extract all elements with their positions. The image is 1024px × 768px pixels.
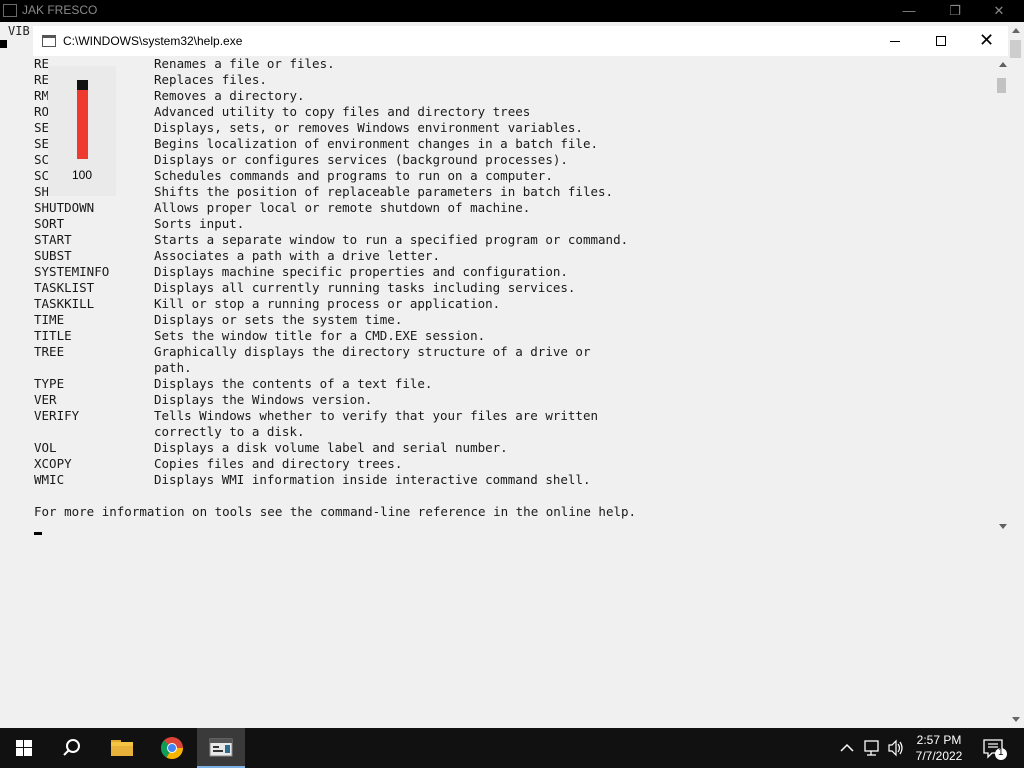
background-scrollbar[interactable] [1008, 22, 1024, 728]
background-scroll-up-arrow-icon[interactable] [1012, 28, 1020, 33]
console-titlebar[interactable]: C:\WINDOWS\system32\help.exe ✕ [33, 26, 1008, 56]
chrome-icon [161, 737, 183, 759]
gauge-value-label: 100 [71, 168, 93, 182]
taskbar: 2:57 PM 7/7/2022 1 [0, 728, 1024, 768]
background-minimize-button[interactable]: — [886, 0, 932, 22]
background-window-icon [3, 4, 17, 17]
chevron-up-icon [840, 743, 854, 752]
gauge-cap [77, 80, 88, 90]
help-footer: For more information on tools see the co… [34, 504, 637, 519]
background-scrollbar-thumb[interactable] [1010, 40, 1021, 58]
minimize-icon [890, 41, 900, 42]
notifications-button[interactable]: 1 [980, 728, 1010, 768]
console-app-icon[interactable] [42, 35, 56, 47]
console-scroll-down-arrow-icon[interactable] [999, 524, 1007, 529]
console-icon [209, 738, 233, 757]
background-window-title: JAK FRESCO [22, 3, 98, 17]
show-hidden-icons-button[interactable] [838, 738, 856, 768]
console-scrollbar-thumb[interactable] [997, 78, 1006, 93]
search-icon [63, 739, 80, 756]
gauge-fill [77, 80, 88, 159]
console-title: C:\WINDOWS\system32\help.exe [63, 34, 243, 48]
clock-time: 2:57 PM [916, 733, 962, 747]
console-minimize-button[interactable] [872, 26, 918, 56]
start-button[interactable] [0, 728, 48, 768]
clock-button[interactable]: 2:57 PM 7/7/2022 [908, 732, 970, 768]
background-scroll-down-arrow-icon[interactable] [1012, 717, 1020, 722]
windows-logo-icon [16, 740, 32, 756]
background-window-titlebar[interactable]: JAK FRESCO — ❐ ✕ [0, 0, 1024, 22]
notification-count: 1 [998, 747, 1004, 758]
console-scroll-up-arrow-icon[interactable] [999, 62, 1007, 67]
console-close-button[interactable]: ✕ [964, 26, 1010, 56]
folder-icon [111, 740, 133, 756]
close-icon: ✕ [979, 30, 995, 50]
file-explorer-button[interactable] [98, 728, 146, 768]
maximize-icon [936, 36, 946, 46]
search-button[interactable] [48, 728, 96, 768]
console-scrollbar[interactable] [995, 56, 1008, 538]
console-window[interactable]: C:\WINDOWS\system32\help.exe ✕ RE Renames… [33, 26, 1008, 538]
console-text-cursor [34, 532, 42, 535]
notification-icon [983, 739, 1007, 760]
level-gauge: 100 [48, 66, 116, 196]
background-text-cursor [0, 40, 7, 48]
console-maximize-button[interactable] [918, 26, 964, 56]
background-close-button[interactable]: ✕ [976, 0, 1022, 22]
speaker-icon [888, 739, 903, 757]
background-window-text: VIB [8, 24, 30, 38]
background-restore-button[interactable]: ❐ [932, 0, 978, 22]
volume-button[interactable] [886, 728, 906, 768]
console-output[interactable]: RE Renames a file or files. RE Replaces fi… [33, 56, 995, 538]
console-taskbar-button[interactable] [197, 728, 245, 768]
clock-date: 7/7/2022 [915, 749, 963, 763]
chrome-button[interactable] [148, 728, 196, 768]
network-button[interactable] [862, 728, 882, 768]
network-icon [864, 740, 879, 756]
